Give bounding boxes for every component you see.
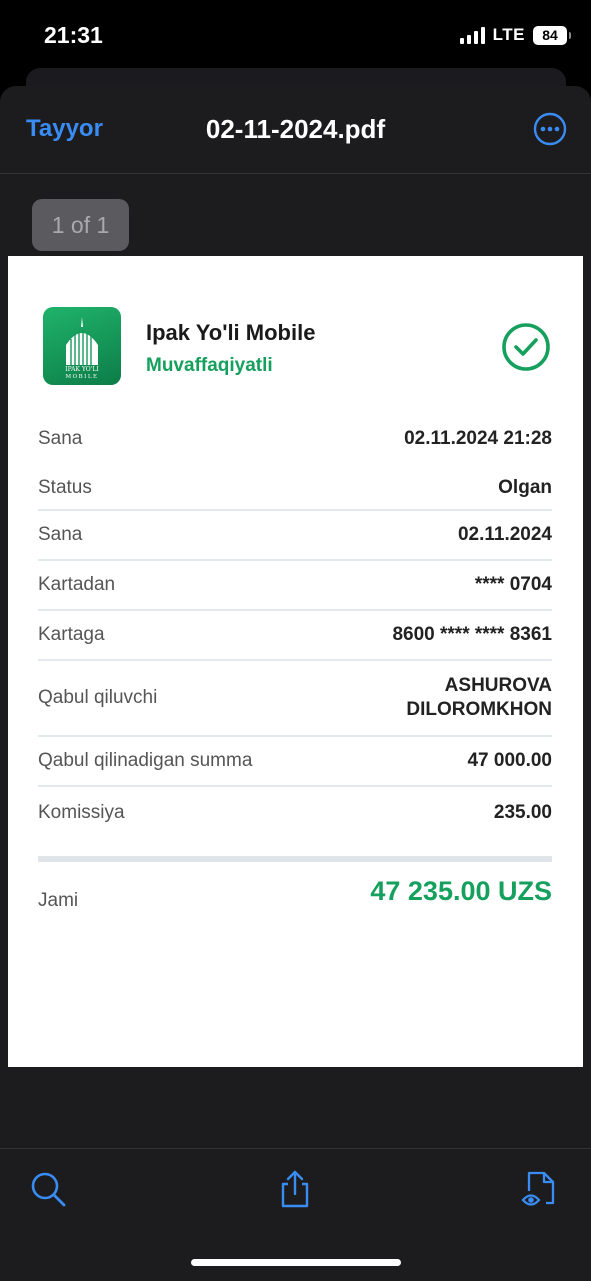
status-bar: 21:31 LTE 84 [0, 0, 591, 70]
receipt-row: Komissiya 235.00 [38, 787, 552, 839]
network-type: LTE [492, 25, 525, 44]
row-label: Kartadan [38, 574, 116, 595]
status-time: 21:31 [44, 22, 103, 48]
receipt-page: IPAK YO'LI MOBILE Ipak Yo'li Mobile Muva… [8, 256, 583, 1067]
page-indicator: 1 of 1 [32, 199, 129, 251]
pdf-viewer-sheet: Tayyor 02-11-2024.pdf 1 of 1 IPAK YO'LI … [0, 86, 591, 1280]
share-icon[interactable] [275, 1169, 315, 1209]
document-view-icon[interactable] [520, 1169, 560, 1209]
total-label: Jami [38, 890, 79, 911]
receipt-row: Kartadan **** 0704 [38, 561, 552, 611]
row-label: Qabul qilinadigan summa [38, 750, 253, 771]
row-value: 02.11.2024 [457, 524, 552, 545]
receipt-details: Sana 02.11.2024 21:28 Status Olgan Sana … [38, 411, 552, 839]
receipt-row: Sana 02.11.2024 [38, 511, 552, 561]
status-indicators: LTE 84 [459, 25, 571, 45]
ellipsis-circle-icon[interactable] [533, 112, 567, 146]
transaction-status: Muvaffaqiyatli [146, 355, 273, 376]
receipt-row: Qabul qilinadigan summa 47 000.00 [38, 737, 552, 787]
battery-icon: 84 [533, 25, 571, 45]
svg-text:MOBILE: MOBILE [65, 374, 98, 380]
svg-text:IPAK YO'LI: IPAK YO'LI [65, 366, 99, 373]
receipt-row: Kartaga 8600 **** **** 8361 [38, 611, 552, 661]
row-label: Sana [38, 524, 83, 545]
row-value: 8600 **** **** 8361 [392, 624, 552, 645]
row-label: Status [38, 477, 92, 498]
document-title: 02-11-2024.pdf [205, 114, 386, 144]
row-value: **** 0704 [474, 574, 552, 595]
row-label: Kartaga [38, 624, 105, 645]
receipt-row: Sana 02.11.2024 21:28 [38, 411, 552, 467]
row-label: Komissiya [38, 802, 125, 823]
total-amount: 47 235.00 UZS [370, 876, 552, 906]
row-value: 235.00 [493, 802, 552, 823]
row-value: ASHUROVA DILOROMKHON [406, 675, 552, 720]
total-divider [38, 856, 552, 862]
bank-name: Ipak Yo'li Mobile [146, 320, 316, 345]
row-value: 02.11.2024 21:28 [404, 428, 552, 449]
row-value: 47 000.00 [467, 750, 552, 771]
navigation-bar: Tayyor 02-11-2024.pdf [0, 86, 591, 174]
receipt-row: Status Olgan [38, 467, 552, 511]
bank-logo: IPAK YO'LI MOBILE [43, 307, 121, 385]
success-check-icon [502, 323, 550, 371]
row-label: Qabul qiluvchi [38, 687, 158, 708]
mosque-logo-icon: IPAK YO'LI MOBILE [65, 317, 99, 380]
signal-icon [459, 26, 485, 44]
home-indicator[interactable] [191, 1259, 401, 1266]
row-label: Sana [38, 428, 83, 449]
receipt-row: Qabul qiluvchi ASHUROVA DILOROMKHON [38, 661, 552, 737]
search-icon[interactable] [28, 1169, 68, 1209]
row-value: Olgan [498, 477, 552, 498]
